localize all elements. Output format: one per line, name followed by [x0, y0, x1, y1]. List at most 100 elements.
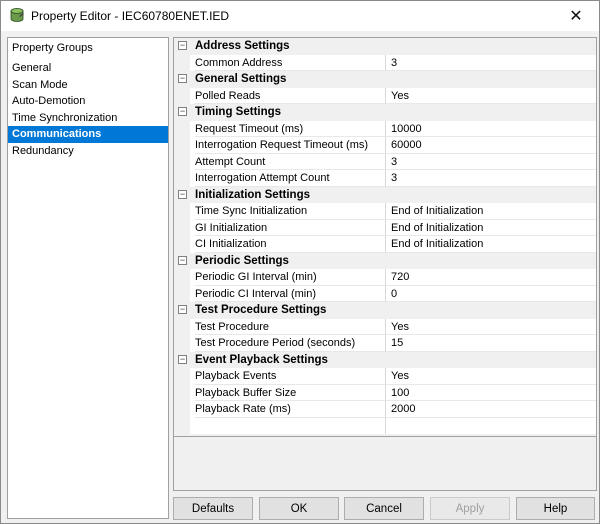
category-row[interactable]: − Timing Settings [174, 104, 596, 121]
property-name[interactable]: Test Procedure Period (seconds) [195, 335, 385, 352]
row-gutter [174, 285, 190, 302]
property-value[interactable]: Yes [385, 318, 596, 335]
category-row[interactable]: − Periodic Settings [174, 252, 596, 269]
property-name[interactable]: Playback Events [195, 368, 385, 385]
property-value[interactable]: Yes [385, 87, 596, 104]
property-value[interactable]: End of Initialization [385, 203, 596, 220]
property-name[interactable]: Periodic CI Interval (min) [195, 286, 385, 302]
group-item[interactable]: Redundancy [8, 143, 168, 160]
property-row[interactable]: Test Procedure Period (seconds) 15 [174, 335, 596, 352]
title-bar[interactable]: Property Editor - IEC60780ENET.IED ✕ [1, 1, 599, 31]
property-value[interactable]: Yes [385, 368, 596, 385]
close-icon: ✕ [569, 8, 583, 25]
group-item[interactable]: Scan Mode [8, 77, 168, 94]
collapse-icon[interactable]: − [178, 305, 187, 314]
property-row[interactable]: Periodic GI Interval (min) 720 [174, 269, 596, 286]
property-value[interactable]: End of Initialization [385, 236, 596, 253]
property-value[interactable]: 15 [385, 335, 596, 352]
property-value[interactable]: 0 [385, 285, 596, 302]
property-value[interactable]: 10000 [385, 120, 596, 137]
property-name[interactable]: Playback Buffer Size [195, 385, 385, 401]
collapse-icon[interactable]: − [178, 189, 187, 199]
collapse-icon[interactable]: − [178, 354, 187, 364]
group-item[interactable]: General [8, 60, 168, 77]
property-value[interactable]: 60000 [385, 137, 596, 154]
property-name[interactable]: GI Initialization [195, 220, 385, 236]
row-gutter [174, 203, 190, 220]
property-row[interactable]: Playback Events Yes [174, 368, 596, 385]
row-gutter [174, 368, 190, 385]
property-name[interactable]: Attempt Count [195, 154, 385, 170]
category-label: Periodic Settings [195, 254, 289, 267]
property-row[interactable]: Request Timeout (ms) 10000 [174, 120, 596, 137]
row-gutter [174, 236, 190, 253]
property-name[interactable]: Interrogation Request Timeout (ms) [195, 137, 385, 154]
property-row[interactable]: Playback Rate (ms) 2000 [174, 401, 596, 418]
category-label: Address Settings [195, 40, 290, 52]
property-value[interactable]: 2000 [385, 401, 596, 418]
category-label: Test Procedure Settings [195, 304, 327, 316]
property-value[interactable]: 3 [385, 153, 596, 170]
property-value[interactable]: 3 [385, 54, 596, 71]
collapse-icon[interactable]: − [178, 107, 187, 116]
category-row[interactable]: − Initialization Settings [174, 186, 596, 203]
group-item[interactable]: Time Synchronization [8, 110, 168, 127]
property-row[interactable]: Time Sync Initialization End of Initializ… [174, 203, 596, 220]
property-grid-rows: − Address Settings Common Address 3− General… [174, 38, 596, 434]
collapse-icon[interactable]: − [178, 255, 187, 265]
row-gutter [174, 87, 190, 104]
row-gutter [174, 384, 190, 401]
category-row[interactable]: − Address Settings [174, 38, 596, 55]
empty-property-row [174, 417, 596, 434]
property-row[interactable]: Periodic CI Interval (min) 0 [174, 285, 596, 302]
property-value[interactable]: End of Initialization [385, 219, 596, 236]
property-row[interactable]: Test Procedure Yes [174, 318, 596, 335]
property-groups-panel: Property Groups General Scan Mode Auto-Dem… [7, 37, 169, 519]
property-name[interactable]: Request Timeout (ms) [195, 121, 385, 137]
group-item[interactable]: Auto-Demotion [8, 93, 168, 110]
help-button[interactable]: Help [516, 497, 595, 520]
property-groups-header: Property Groups [12, 42, 93, 54]
category-label: Initialization Settings [195, 188, 311, 201]
property-description-pane [174, 436, 596, 490]
row-gutter [174, 401, 190, 418]
property-value[interactable]: 3 [385, 170, 596, 187]
property-name[interactable]: Test Procedure [195, 319, 385, 335]
row-gutter [174, 335, 190, 352]
close-button[interactable]: ✕ [553, 1, 599, 31]
group-item[interactable]: Communications [8, 126, 168, 143]
property-name[interactable]: Playback Rate (ms) [195, 401, 385, 418]
property-row[interactable]: CI Initialization End of Initialization [174, 236, 596, 253]
category-row[interactable]: − Test Procedure Settings [174, 302, 596, 319]
collapse-icon[interactable]: − [178, 41, 187, 50]
property-row[interactable]: GI Initialization End of Initialization [174, 219, 596, 236]
property-name[interactable]: Polled Reads [195, 88, 385, 104]
property-name[interactable]: Common Address [195, 55, 385, 71]
property-value[interactable]: 100 [385, 384, 596, 401]
ok-button[interactable]: OK [259, 497, 339, 520]
property-value[interactable]: 720 [385, 269, 596, 286]
row-gutter [174, 153, 190, 170]
category-row[interactable]: − General Settings [174, 71, 596, 88]
database-icon [10, 8, 24, 22]
property-row[interactable]: Interrogation Request Timeout (ms) 60000 [174, 137, 596, 154]
property-name[interactable]: Time Sync Initialization [195, 203, 385, 220]
property-row[interactable]: Polled Reads Yes [174, 87, 596, 104]
collapse-icon[interactable]: − [178, 74, 187, 83]
property-name[interactable]: Interrogation Attempt Count [195, 170, 385, 187]
row-gutter [174, 170, 190, 187]
category-label: Timing Settings [195, 106, 282, 118]
row-gutter [174, 219, 190, 236]
category-row[interactable]: − Event Playback Settings [174, 351, 596, 368]
property-name[interactable]: CI Initialization [195, 236, 385, 253]
defaults-button[interactable]: Defaults [173, 497, 253, 520]
property-name[interactable]: Periodic GI Interval (min) [195, 269, 385, 286]
property-row[interactable]: Common Address 3 [174, 54, 596, 71]
window-title: Property Editor - IEC60780ENET.IED [31, 9, 230, 23]
property-row[interactable]: Attempt Count 3 [174, 153, 596, 170]
apply-button[interactable]: Apply [430, 497, 510, 520]
cancel-button[interactable]: Cancel [344, 497, 424, 520]
property-grid: − Address Settings Common Address 3− General… [173, 37, 597, 491]
property-row[interactable]: Interrogation Attempt Count 3 [174, 170, 596, 187]
property-row[interactable]: Playback Buffer Size 100 [174, 384, 596, 401]
